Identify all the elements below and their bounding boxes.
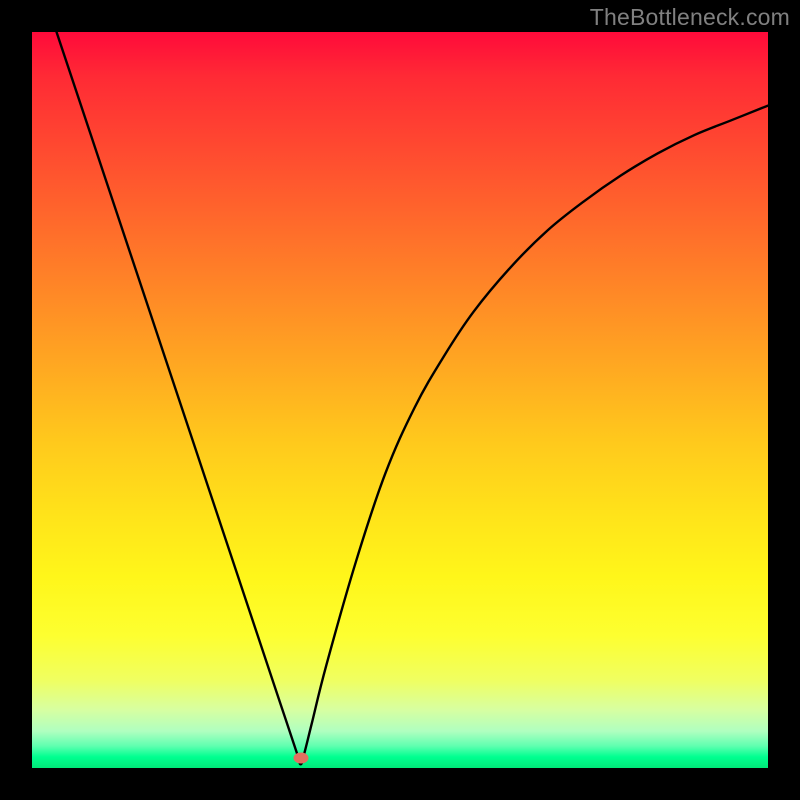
optimal-point-marker (293, 753, 308, 764)
watermark-text: TheBottleneck.com (590, 4, 790, 31)
bottleneck-curve (32, 32, 768, 768)
plot-area (32, 32, 768, 768)
chart-frame: TheBottleneck.com (0, 0, 800, 800)
